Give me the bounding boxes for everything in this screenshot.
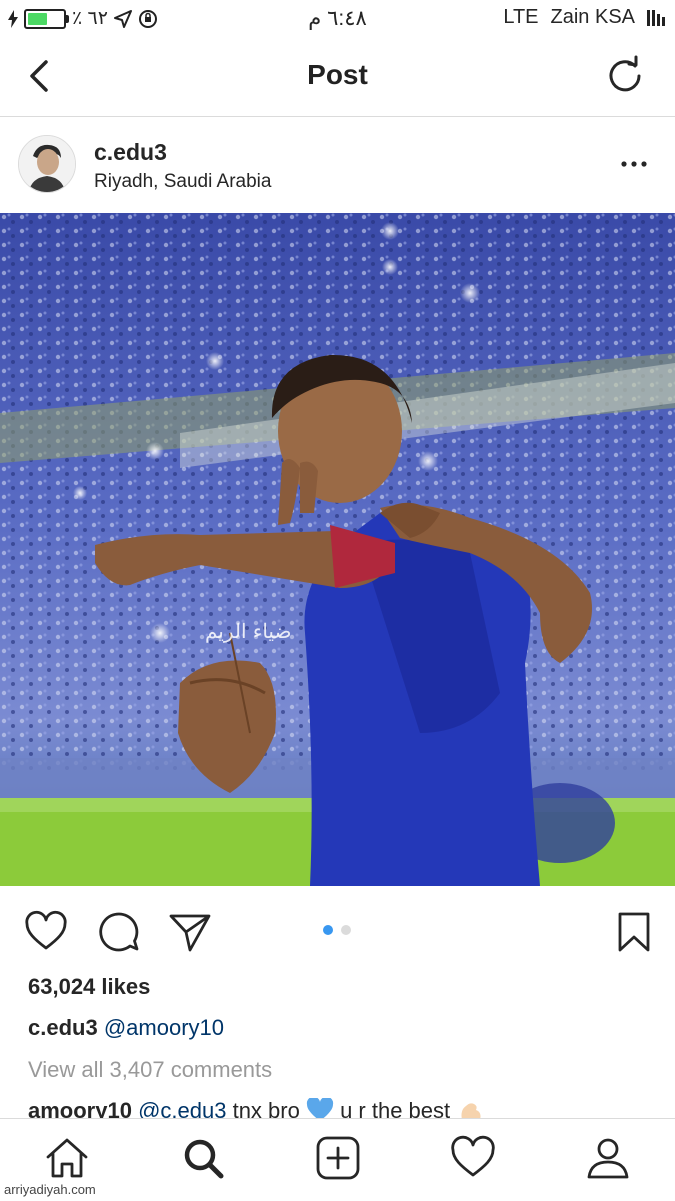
photo-watermark: ضياء الريم <box>205 619 291 643</box>
post-username[interactable]: c.edu3 <box>94 139 167 166</box>
comment-text: tnx bro <box>226 1098 306 1120</box>
comment-row: amoory10 @c.edu3 tnx bro u r the best <box>28 1098 675 1120</box>
activity-heart-icon[interactable] <box>450 1135 496 1181</box>
comment-text-2: u r the best <box>333 1098 457 1120</box>
status-right: LTE Zain KSA <box>503 6 665 29</box>
comment-icon[interactable] <box>97 910 141 954</box>
network-type: LTE <box>503 6 539 28</box>
muscle-emoji-icon <box>461 1103 481 1120</box>
profile-icon[interactable] <box>585 1135 631 1181</box>
post-location[interactable]: Riyadh, Saudi Arabia <box>94 171 271 193</box>
more-options-icon[interactable] <box>619 149 649 179</box>
comment-username[interactable]: amoory10 <box>28 1098 132 1120</box>
caption-username[interactable]: c.edu3 <box>28 1015 98 1040</box>
carrier-name: Zain KSA <box>550 6 635 28</box>
carousel-dot <box>341 925 351 935</box>
bookmark-icon[interactable] <box>612 910 656 954</box>
post-actions <box>0 886 675 976</box>
post-caption: c.edu3 @amoory10 <box>28 1015 224 1041</box>
search-icon[interactable] <box>180 1135 226 1181</box>
home-icon[interactable] <box>44 1135 90 1181</box>
avatar[interactable] <box>18 135 76 193</box>
comment-mention[interactable]: @c.edu3 <box>138 1098 226 1120</box>
signal-icon <box>647 9 665 26</box>
refresh-icon[interactable] <box>605 54 645 96</box>
share-icon[interactable] <box>168 910 212 954</box>
page-title: Post <box>307 59 368 90</box>
carousel-dot-active <box>323 925 333 935</box>
carousel-dots <box>323 925 351 935</box>
nav-bar: Post <box>0 38 675 117</box>
add-icon[interactable] <box>315 1135 361 1181</box>
post-photo[interactable]: ضياء الريم <box>0 213 675 886</box>
source-watermark: arriyadiyah.com <box>4 1182 96 1197</box>
caption-mention[interactable]: @amoory10 <box>104 1015 224 1040</box>
heart-icon[interactable] <box>24 910 68 954</box>
blue-heart-emoji-icon <box>306 1098 334 1120</box>
view-all-comments-link[interactable]: View all 3,407 comments <box>28 1057 272 1083</box>
status-bar: ٪ ٦٢ ٦:٤٨ م LTE Zain KSA <box>0 0 675 38</box>
bottom-tab-bar <box>0 1118 675 1201</box>
post-header: c.edu3 Riyadh, Saudi Arabia <box>0 117 675 213</box>
likes-count[interactable]: 63,024 likes <box>28 974 150 1000</box>
